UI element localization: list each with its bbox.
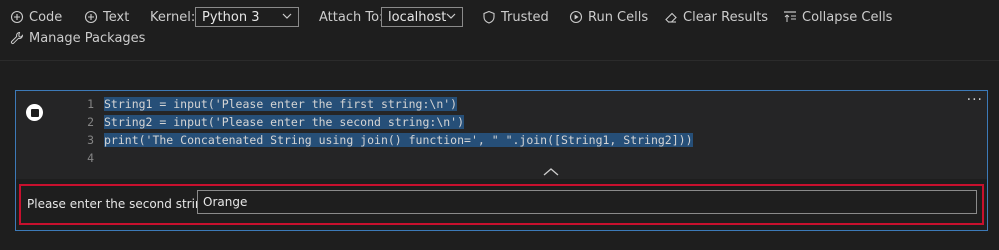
- collapse-cells-button[interactable]: Collapse Cells: [783, 6, 892, 28]
- stop-icon: [30, 108, 39, 117]
- add-code-button[interactable]: Code: [10, 6, 62, 28]
- attach-to-select-value: localhost: [388, 9, 447, 25]
- trusted-button[interactable]: Trusted: [482, 6, 549, 28]
- code-text: String2 = input('Please enter the second…: [104, 115, 465, 129]
- code-text: print('The Concatenated String using joi…: [104, 133, 693, 147]
- notebook-toolbar: Code Text Kernel: Python 3 Attach To: lo…: [0, 0, 999, 52]
- stop-cell-button[interactable]: [26, 104, 43, 121]
- cell-output-input-prompt: Please enter the second string: Orange: [19, 184, 984, 225]
- collapse-cells-label: Collapse Cells: [802, 9, 893, 25]
- run-cells-button[interactable]: Run Cells: [569, 6, 648, 28]
- line-number: 4: [87, 151, 94, 165]
- line-number: 3: [87, 133, 94, 147]
- more-actions-button[interactable]: ···: [967, 93, 983, 107]
- kernel-select[interactable]: Python 3: [195, 7, 299, 27]
- code-editor[interactable]: 1 String1 = input('Please enter the firs…: [56, 91, 987, 179]
- cell-gutter: [16, 91, 56, 179]
- plus-circle-icon: [84, 10, 98, 24]
- add-text-button[interactable]: Text: [84, 6, 129, 28]
- shield-icon: [482, 10, 496, 24]
- wrench-icon: [10, 31, 24, 45]
- chevron-down-icon: [282, 13, 292, 19]
- code-cell[interactable]: 1 String1 = input('Please enter the firs…: [15, 90, 988, 231]
- stdin-input-value: Orange: [203, 195, 248, 209]
- play-circle-icon: [569, 10, 583, 24]
- attach-to-select[interactable]: localhost: [381, 7, 463, 27]
- collapse-icon: [783, 10, 797, 24]
- clear-results-button[interactable]: Clear Results: [664, 6, 768, 28]
- attach-to-label: Attach To:: [319, 9, 384, 25]
- plus-circle-icon: [10, 10, 24, 24]
- toolbar-divider: [0, 60, 999, 61]
- input-prompt-label: Please enter the second string:: [27, 197, 215, 211]
- code-text: String1 = input('Please enter the first …: [104, 97, 458, 111]
- add-code-label: Code: [29, 9, 63, 25]
- clear-results-label: Clear Results: [683, 9, 769, 25]
- kernel-select-value: Python 3: [202, 9, 260, 25]
- trusted-label: Trusted: [501, 9, 549, 25]
- chevron-down-icon: [446, 13, 456, 19]
- run-cells-label: Run Cells: [588, 9, 649, 25]
- eraser-icon: [664, 10, 678, 24]
- kernel-label: Kernel:: [150, 9, 196, 25]
- manage-packages-label: Manage Packages: [29, 30, 146, 46]
- line-number: 1: [87, 97, 94, 111]
- add-text-label: Text: [103, 9, 130, 25]
- manage-packages-button[interactable]: Manage Packages: [10, 27, 145, 49]
- chevron-up-icon[interactable]: [542, 167, 560, 177]
- line-number: 2: [87, 115, 94, 129]
- stdin-input-field[interactable]: Orange: [197, 190, 977, 214]
